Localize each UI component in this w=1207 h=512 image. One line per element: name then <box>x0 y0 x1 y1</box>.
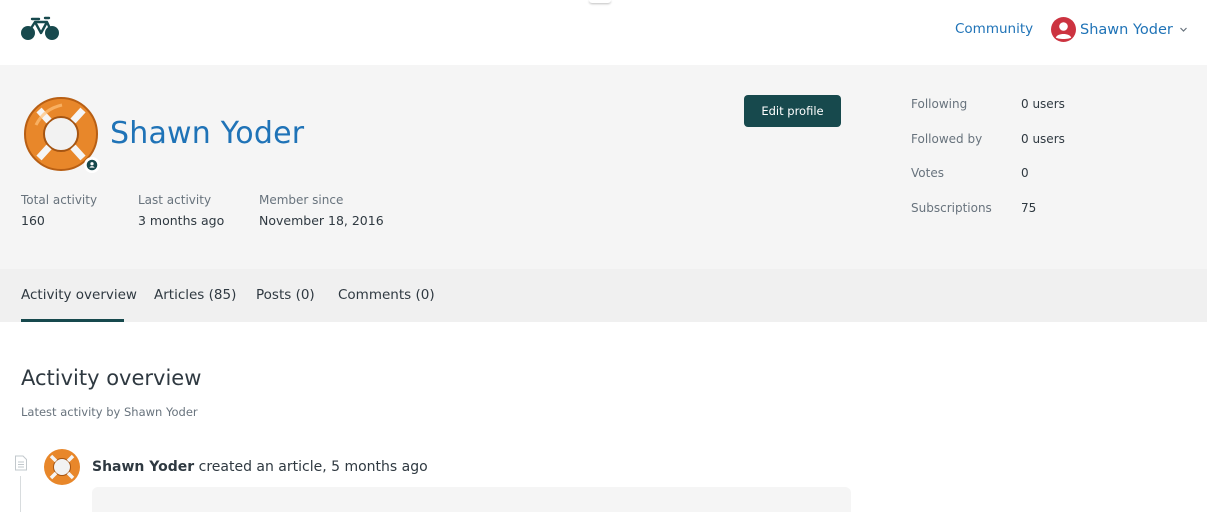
side-stat-label: Subscriptions <box>911 201 992 216</box>
user-circle-icon <box>1051 17 1076 42</box>
stat-label: Last activity <box>138 193 212 207</box>
stat-label: Total activity <box>21 193 98 207</box>
side-stat-followed-by: Followed by 0 users <box>911 132 1111 167</box>
stat-value: 3 months ago <box>138 213 225 228</box>
side-stat-value[interactable]: 0 users <box>1021 97 1065 111</box>
user-menu[interactable]: Shawn Yoder <box>1051 17 1188 42</box>
community-link[interactable]: Community <box>955 21 1033 37</box>
stat-last-activity: Last activity 3 months ago <box>138 193 224 228</box>
header-notch <box>589 0 611 3</box>
timeline-line <box>20 476 21 512</box>
stat-value: November 18, 2016 <box>259 213 384 228</box>
stat-member-since: Member since November 18, 2016 <box>259 193 384 228</box>
stat-value: 160 <box>21 213 45 228</box>
top-header: Community Shawn Yoder <box>0 0 1207 65</box>
tab-activity-overview[interactable]: Activity overview <box>21 287 137 303</box>
side-stat-votes: Votes 0 <box>911 166 1111 201</box>
profile-name: Shawn Yoder <box>110 116 305 151</box>
profile-side-stats: Following 0 users Followed by 0 users Vo… <box>911 97 1111 236</box>
side-stat-subscriptions: Subscriptions 75 <box>911 201 1111 236</box>
side-stat-following: Following 0 users <box>911 97 1111 132</box>
side-stat-value[interactable]: 0 users <box>1021 132 1065 146</box>
activity-description: created an article, 5 months ago <box>194 459 428 475</box>
tab-articles[interactable]: Articles (85) <box>154 287 236 303</box>
profile-tabs: Activity overview Articles (85) Posts (0… <box>0 269 1207 322</box>
side-stat-label: Followed by <box>911 131 983 146</box>
activity-author-link[interactable]: Shawn Yoder <box>92 459 194 475</box>
bicycle-icon[interactable] <box>20 16 60 42</box>
stat-label: Member since <box>259 193 344 207</box>
tab-comments[interactable]: Comments (0) <box>338 287 435 303</box>
activity-item: Shawn Yoder created an article, 5 months… <box>92 459 428 475</box>
section-subtitle: Latest activity by Shawn Yoder <box>21 405 198 419</box>
side-stat-value: 75 <box>1021 201 1037 216</box>
activity-avatar[interactable] <box>43 448 81 486</box>
tab-posts[interactable]: Posts (0) <box>256 287 315 303</box>
user-badge-icon <box>84 157 100 173</box>
user-menu-name: Shawn Yoder <box>1080 21 1173 38</box>
section-title: Activity overview <box>21 366 202 390</box>
profile-header: Shawn Yoder Total activity 160 Last acti… <box>0 65 1207 269</box>
active-tab-indicator <box>21 319 124 322</box>
profile-avatar <box>22 95 102 175</box>
side-stat-value: 0 <box>1021 166 1029 181</box>
document-icon <box>15 455 27 471</box>
edit-profile-button[interactable]: Edit profile <box>744 95 841 127</box>
side-stat-label: Following <box>911 97 968 111</box>
side-stat-label: Votes <box>911 166 944 181</box>
stat-total-activity: Total activity 160 <box>21 193 97 228</box>
chevron-down-icon <box>1179 27 1187 32</box>
activity-card[interactable] <box>92 487 851 512</box>
